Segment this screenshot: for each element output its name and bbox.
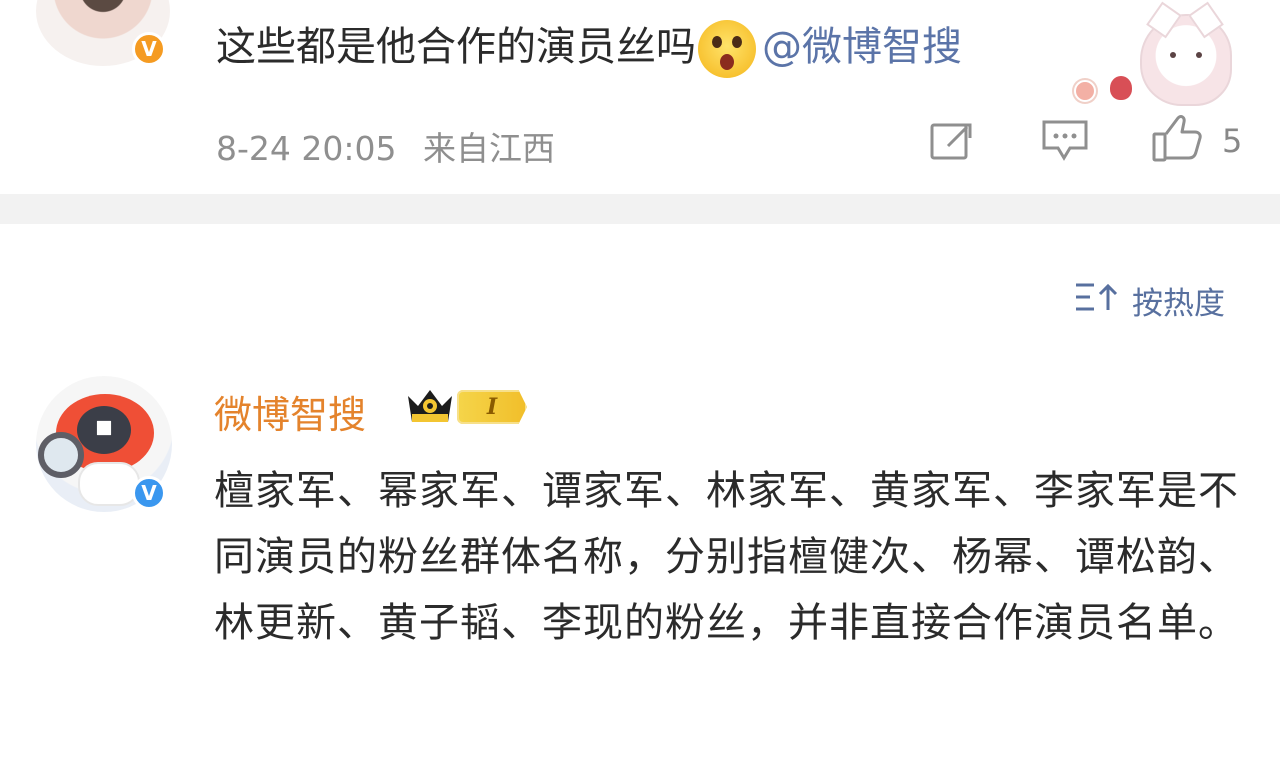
flower-sticker-icon [1074,80,1096,102]
like-count: 5 [1222,122,1243,160]
thumb-up-icon[interactable] [1150,114,1204,166]
sort-icon [1074,280,1122,322]
strawberry-sticker-icon [1110,76,1132,100]
mention-link[interactable]: @微博智搜 [762,24,962,70]
level-badge: I [457,390,527,424]
location: 来自江西 [423,129,555,168]
verified-badge-icon: V [132,32,166,66]
share-icon[interactable] [928,120,974,162]
verified-badge-icon: V [132,476,166,510]
surprised-face-emoji [698,20,756,78]
section-divider [0,194,1280,224]
reply-text: 檀家军、幂家军、谭家军、林家军、黄家军、李家军是不同演员的粉丝群体名称，分别指檀… [214,468,1239,646]
comment-text: 这些都是他合作的演员丝吗 @微博智搜 [216,14,962,78]
sort-label: 按热度 [1132,286,1225,322]
comment-meta: 8-24 20:05 来自江西 [216,122,555,170]
timestamp: 8-24 20:05 [216,129,397,168]
cat-sticker [1140,1,1232,106]
comment-icon[interactable] [1040,118,1090,164]
sort-control[interactable]: 按热度 [1074,278,1225,323]
username[interactable]: 微博智搜 [214,384,366,439]
comment-body: 这些都是他合作的演员丝吗 [216,24,696,70]
crown-icon [404,384,456,426]
